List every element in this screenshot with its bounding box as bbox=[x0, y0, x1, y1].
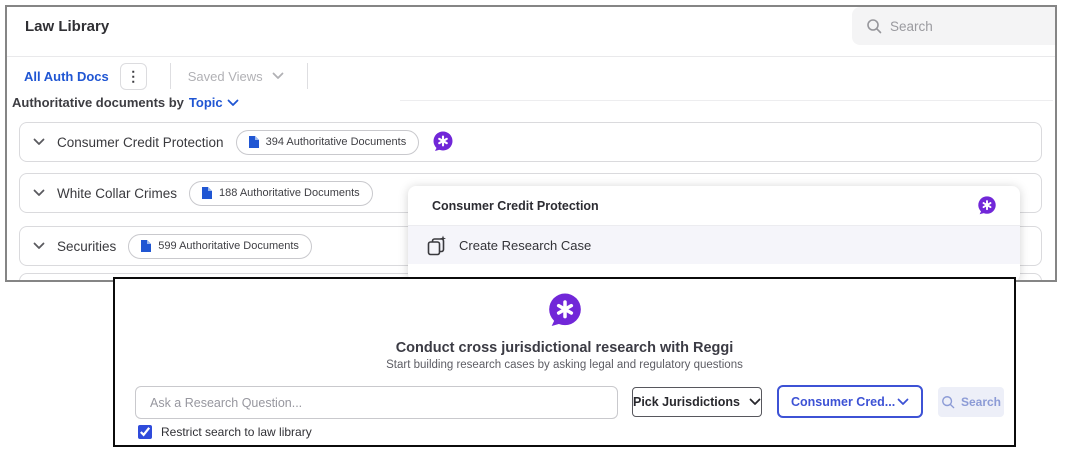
chevron-down-icon bbox=[749, 398, 761, 406]
topic-name: White Collar Crimes bbox=[57, 186, 177, 201]
group-by-label: Authoritative documents by bbox=[12, 95, 184, 110]
section-divider bbox=[400, 100, 1053, 101]
chevron-down-icon bbox=[227, 99, 239, 107]
saved-views-label: Saved Views bbox=[188, 69, 263, 84]
reggi-assistant-icon[interactable] bbox=[431, 130, 455, 154]
modal-header: Conduct cross jurisdictional research wi… bbox=[115, 279, 1014, 371]
doc-count-badge: 394 Authoritative Documents bbox=[236, 130, 420, 155]
restrict-search-row: Restrict search to law library bbox=[138, 425, 312, 439]
header-divider bbox=[7, 56, 1055, 57]
chevron-down-icon[interactable] bbox=[33, 138, 45, 146]
modal-subtitle: Start building research cases by asking … bbox=[115, 359, 1014, 371]
search-button[interactable]: Search bbox=[938, 387, 1004, 417]
research-question-input[interactable] bbox=[135, 386, 618, 419]
doc-count-label: 188 Authoritative Documents bbox=[219, 187, 360, 199]
tab-all-auth-docs[interactable]: All Auth Docs bbox=[24, 69, 109, 84]
popup-header: Consumer Credit Protection bbox=[408, 186, 1020, 225]
group-by-subheader: Authoritative documents by Topic bbox=[12, 95, 239, 110]
create-research-case-icon bbox=[425, 235, 447, 256]
kebab-menu-icon[interactable]: ⋮ bbox=[120, 63, 147, 90]
chevron-down-icon[interactable] bbox=[33, 189, 45, 197]
search-icon bbox=[941, 395, 955, 409]
pick-jurisdictions-label: Pick Jurisdictions bbox=[633, 395, 740, 409]
reggi-assistant-icon bbox=[545, 291, 585, 331]
doc-count-label: 599 Authoritative Documents bbox=[158, 240, 299, 252]
reggi-assistant-icon bbox=[976, 195, 998, 217]
tab-saved-views[interactable]: Saved Views bbox=[188, 69, 284, 84]
global-search[interactable] bbox=[852, 7, 1055, 45]
pick-jurisdictions-dropdown[interactable]: Pick Jurisdictions bbox=[632, 387, 762, 417]
doc-count-label: 394 Authoritative Documents bbox=[266, 136, 407, 148]
chevron-down-icon bbox=[897, 398, 909, 406]
chevron-down-icon[interactable] bbox=[33, 242, 45, 250]
search-input[interactable] bbox=[890, 19, 1040, 34]
document-icon bbox=[249, 136, 259, 148]
group-by-topic-link[interactable]: Topic bbox=[189, 95, 239, 110]
search-icon bbox=[866, 18, 882, 34]
topic-name: Consumer Credit Protection bbox=[57, 135, 224, 150]
divider bbox=[307, 63, 308, 89]
law-library-panel: Law Library All Auth Docs ⋮ Saved Views … bbox=[5, 5, 1057, 282]
restrict-search-label: Restrict search to law library bbox=[161, 425, 312, 439]
document-icon bbox=[141, 240, 151, 252]
reggi-research-modal: Conduct cross jurisdictional research wi… bbox=[113, 277, 1016, 447]
page-title: Law Library bbox=[25, 18, 109, 35]
topic-dropdown[interactable]: Consumer Cred... bbox=[777, 385, 923, 418]
topic-link-label: Topic bbox=[189, 95, 223, 110]
doc-count-badge: 599 Authoritative Documents bbox=[128, 234, 312, 259]
popup-title: Consumer Credit Protection bbox=[432, 199, 976, 213]
modal-title: Conduct cross jurisdictional research wi… bbox=[115, 340, 1014, 356]
restrict-search-checkbox[interactable] bbox=[138, 425, 152, 439]
tab-bar: All Auth Docs ⋮ Saved Views bbox=[17, 59, 308, 93]
topic-row-consumer-credit-protection[interactable]: Consumer Credit Protection 394 Authorita… bbox=[19, 122, 1042, 162]
document-icon bbox=[202, 187, 212, 199]
create-research-case-label: Create Research Case bbox=[459, 238, 591, 253]
chevron-down-icon bbox=[272, 72, 284, 80]
screen: Law Library All Auth Docs ⋮ Saved Views … bbox=[0, 0, 1067, 456]
search-button-label: Search bbox=[961, 395, 1001, 409]
reggi-context-popup: Consumer Credit Protection Create Resear… bbox=[408, 186, 1020, 282]
topic-dropdown-value: Consumer Cred... bbox=[791, 395, 895, 409]
topic-name: Securities bbox=[57, 239, 116, 254]
divider bbox=[170, 63, 171, 89]
doc-count-badge: 188 Authoritative Documents bbox=[189, 181, 373, 206]
create-research-case-item[interactable]: Create Research Case bbox=[408, 226, 1020, 264]
